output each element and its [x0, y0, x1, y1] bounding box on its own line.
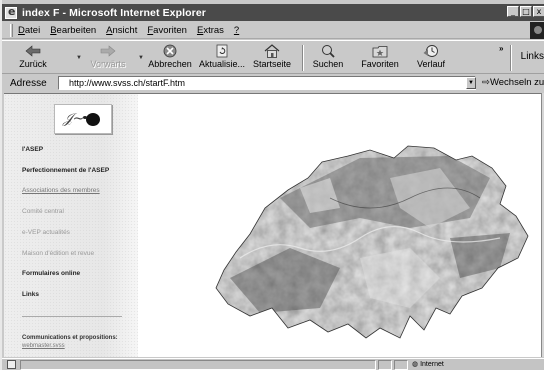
home-icon — [252, 43, 292, 59]
minimize-button[interactable]: _ — [507, 6, 519, 17]
links-toolbar[interactable]: Links — [521, 51, 544, 62]
sidebar-item-maison-edition[interactable]: Maison d'édition et revue — [22, 250, 94, 257]
links-separator — [510, 45, 512, 71]
sidebar-item-formulaires[interactable]: Formulaires online — [22, 270, 80, 277]
history-icon — [412, 43, 450, 59]
windows-logo-icon — [530, 22, 544, 39]
title-bar[interactable]: index F - Microsoft Internet Explorer _ … — [2, 4, 544, 21]
page-content: 𝒥~ l'ASEP Perfectionnement de l'ASEP Ass… — [4, 93, 544, 357]
refresh-icon — [198, 43, 246, 59]
history-button[interactable]: Verlauf — [412, 43, 450, 73]
sidebar-item-associations[interactable]: Associations des membres — [22, 187, 100, 194]
window-title: index F - Microsoft Internet Explorer — [22, 6, 206, 19]
forward-arrow-icon — [88, 43, 128, 59]
menu-favoriten[interactable]: Favoriten — [147, 25, 187, 36]
status-bar: ◍ Internet — [2, 358, 544, 370]
sidebar-item-asep[interactable]: l'ASEP — [22, 146, 43, 153]
security-zone: ◍ Internet — [412, 361, 444, 368]
status-text-area — [20, 360, 376, 370]
back-button[interactable]: Zurück — [16, 43, 50, 73]
menu-grip[interactable] — [10, 23, 13, 37]
logo-swirl-icon: 𝒥~ — [63, 111, 85, 127]
back-dropdown-icon[interactable]: ▼ — [76, 55, 82, 61]
asep-logo[interactable]: 𝒥~ — [54, 104, 112, 134]
menu-bearbeiten[interactable]: Bearbeiten — [50, 25, 96, 36]
refresh-button[interactable]: Aktualisie... — [198, 43, 246, 73]
address-bar: Adresse http://www.svss.ch/startF.htm ▼ … — [2, 75, 544, 91]
menu-ansicht[interactable]: Ansicht — [106, 25, 137, 36]
search-icon — [310, 43, 346, 59]
sidebar-item-links[interactable]: Links — [22, 291, 39, 298]
sidebar-item-perfectionnement[interactable]: Perfectionnement de l'ASEP — [22, 167, 109, 174]
sidebar-item-comite-central[interactable]: Comité central — [22, 208, 64, 215]
menu-datei[interactable]: Datei — [18, 25, 40, 36]
search-button[interactable]: Suchen — [310, 43, 346, 73]
globe-icon: ◍ — [412, 361, 419, 368]
footer-communications: Communications et propositions: — [22, 335, 118, 341]
page-status-icon — [7, 360, 16, 369]
go-button[interactable]: ⇨Wechseln zu — [482, 77, 544, 88]
forward-dropdown-icon[interactable]: ▼ — [138, 55, 144, 61]
toolbar-separator — [302, 45, 304, 71]
forward-button[interactable]: Vorwärts — [88, 43, 128, 73]
maximize-button[interactable]: □ — [520, 6, 532, 17]
toolbar-more-chevron[interactable]: » — [499, 44, 503, 53]
address-input[interactable]: http://www.svss.ch/startF.htm — [58, 76, 476, 90]
stop-button[interactable]: Abbrechen — [148, 43, 192, 73]
menu-help[interactable]: ? — [234, 25, 239, 36]
address-label: Adresse — [10, 77, 47, 89]
sidebar-divider — [22, 316, 122, 317]
menu-extras[interactable]: Extras — [197, 25, 224, 36]
status-cell-a — [378, 360, 392, 370]
logo-blot-icon — [83, 113, 100, 126]
home-button[interactable]: Startseite — [252, 43, 292, 73]
favorites-folder-icon — [358, 43, 402, 59]
back-arrow-icon — [16, 43, 50, 59]
standard-toolbar: Zurück ▼ Vorwärts ▼ Abbrechen Aktualisie… — [2, 40, 544, 74]
favorites-button[interactable]: Favoriten — [358, 43, 402, 73]
address-dropdown-icon[interactable]: ▼ — [466, 77, 476, 89]
close-button[interactable]: x — [533, 6, 544, 17]
internet-explorer-icon[interactable] — [5, 5, 17, 19]
browser-window: index F - Microsoft Internet Explorer _ … — [0, 0, 544, 370]
switzerland-map[interactable] — [210, 138, 530, 348]
go-arrow-icon: ⇨ — [482, 77, 490, 88]
sidebar-nav: 𝒥~ l'ASEP Perfectionnement de l'ASEP Ass… — [4, 94, 138, 357]
footer-webmaster-link[interactable]: webmaster.svss — [22, 343, 65, 349]
status-cell-b — [394, 360, 408, 370]
menu-bar: Datei Bearbeiten Ansicht Favoriten Extra… — [2, 22, 544, 39]
sidebar-item-e-vep[interactable]: e-VEP actualités — [22, 229, 70, 236]
stop-icon — [148, 43, 192, 59]
